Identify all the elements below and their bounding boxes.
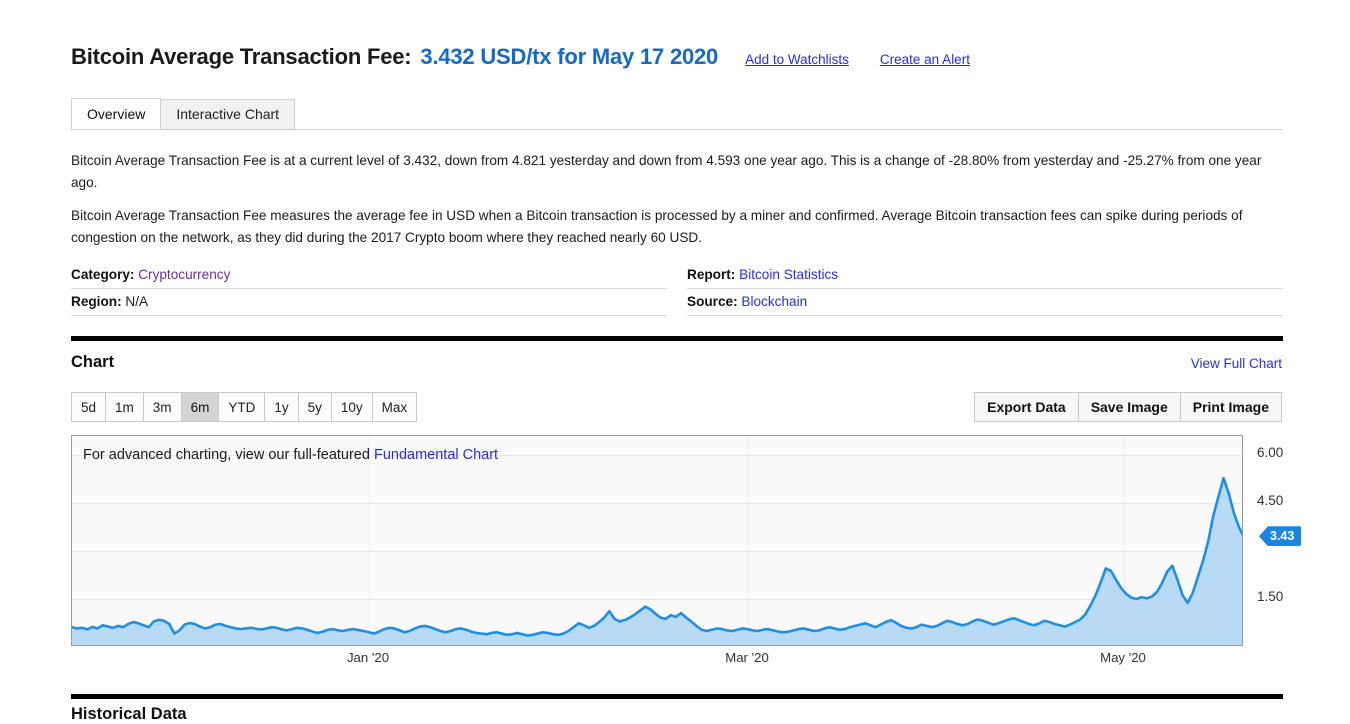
region-value: N/A: [125, 294, 149, 309]
range-button-1y[interactable]: 1y: [264, 392, 299, 422]
x-axis-label: Jan '20: [346, 650, 390, 665]
source-label: Source:: [687, 294, 738, 309]
historical-section-title: Historical Data: [71, 705, 187, 723]
category-label: Category:: [71, 267, 135, 282]
add-to-watchlists-link[interactable]: Add to Watchlists: [745, 52, 849, 67]
x-axis-label: Mar '20: [725, 650, 769, 665]
chart-container: For advanced charting, view our full-fea…: [71, 435, 1302, 646]
chart-section-title: Chart: [71, 353, 115, 371]
range-button-5y[interactable]: 5y: [297, 392, 332, 422]
chart-section-divider: [71, 336, 1283, 341]
range-button-1m[interactable]: 1m: [105, 392, 144, 422]
metadata-row-report: Report: Bitcoin Statistics: [687, 262, 1283, 289]
metadata-row-category: Category: Cryptocurrency: [71, 262, 667, 289]
advanced-charting-text: For advanced charting, view our full-fea…: [83, 447, 374, 463]
source-value-link[interactable]: Blockchain: [741, 294, 807, 309]
current-value: 3.432 USD/tx for May 17 2020: [420, 44, 719, 69]
metadata-row-region: Region: N/A: [71, 289, 667, 316]
chart-y-axis-labels: 6.00 4.50 1.50 3.43: [1251, 435, 1321, 646]
page-title: Bitcoin Average Transaction Fee:: [71, 44, 412, 69]
create-alert-link[interactable]: Create an Alert: [880, 52, 970, 67]
metadata-column-right: Report: Bitcoin Statistics Source: Block…: [687, 262, 1283, 316]
chart-area-fill: [72, 478, 1242, 645]
historical-section-divider: [71, 694, 1283, 699]
last-value-badge: 3.43: [1259, 526, 1302, 547]
category-value-link[interactable]: Cryptocurrency: [138, 267, 230, 282]
fundamental-chart-link[interactable]: Fundamental Chart: [374, 447, 498, 463]
advanced-charting-note: For advanced charting, view our full-fea…: [83, 447, 498, 463]
print-image-button[interactable]: Print Image: [1179, 392, 1282, 422]
y-axis-label: 4.50: [1257, 493, 1284, 509]
chart-x-axis-labels: Jan '20 Mar '20 May '20: [71, 650, 1243, 670]
report-label: Report:: [687, 267, 736, 282]
description-paragraph-1: Bitcoin Average Transaction Fee is at a …: [71, 153, 1262, 190]
report-value-link[interactable]: Bitcoin Statistics: [739, 267, 838, 282]
tab-interactive-chart[interactable]: Interactive Chart: [160, 99, 296, 129]
tab-bar: Overview Interactive Chart: [71, 98, 1282, 130]
x-axis-label: May '20: [1100, 650, 1146, 665]
range-button-6m[interactable]: 6m: [180, 392, 220, 422]
y-axis-label: 1.50: [1257, 589, 1284, 605]
range-button-max[interactable]: Max: [371, 392, 418, 422]
range-button-5d[interactable]: 5d: [71, 392, 107, 422]
chart-plot-area[interactable]: For advanced charting, view our full-fea…: [71, 435, 1243, 646]
description-paragraph-2: Bitcoin Average Transaction Fee measures…: [71, 208, 1243, 245]
metadata-column-left: Category: Cryptocurrency Region: N/A: [71, 262, 667, 316]
tab-overview[interactable]: Overview: [71, 98, 162, 129]
region-label: Region:: [71, 294, 122, 309]
export-data-button[interactable]: Export Data: [974, 392, 1079, 422]
page-header: Bitcoin Average Transaction Fee: 3.432 U…: [71, 44, 970, 70]
metadata-table: Category: Cryptocurrency Region: N/A Rep…: [71, 262, 1283, 316]
range-selector: 5d 1m 3m 6m YTD 1y 5y 10y Max: [71, 392, 418, 422]
save-image-button[interactable]: Save Image: [1077, 392, 1181, 422]
chart-actions: Export Data Save Image Print Image: [974, 392, 1282, 422]
range-button-ytd[interactable]: YTD: [218, 392, 266, 422]
metadata-row-source: Source: Blockchain: [687, 289, 1283, 316]
chart-line: [72, 478, 1243, 635]
range-button-3m[interactable]: 3m: [142, 392, 182, 422]
chart-series-svg: [72, 436, 1243, 645]
y-axis-label: 6.00: [1257, 445, 1284, 461]
view-full-chart-link[interactable]: View Full Chart: [1191, 356, 1282, 371]
page-root: Bitcoin Average Transaction Fee: 3.432 U…: [0, 0, 1350, 724]
range-button-10y[interactable]: 10y: [330, 392, 373, 422]
